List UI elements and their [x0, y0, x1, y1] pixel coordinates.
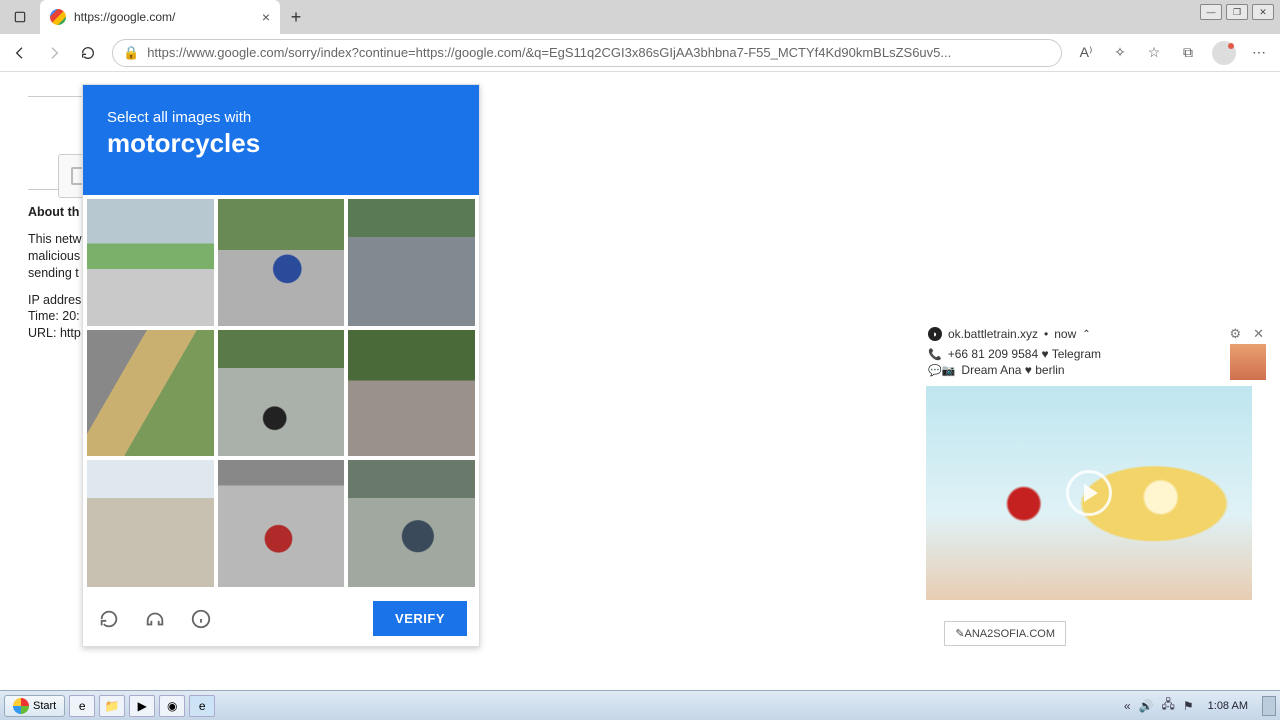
- notification-time: now: [1054, 327, 1076, 341]
- tab-actions-button[interactable]: [0, 0, 40, 34]
- notification-close-icon[interactable]: ✕: [1253, 326, 1264, 342]
- notification-settings-icon[interactable]: ⚙: [1229, 326, 1241, 342]
- minimize-button[interactable]: —: [1200, 4, 1222, 20]
- play-icon[interactable]: [1066, 470, 1112, 516]
- notification-link-button[interactable]: ✎ANA2SOFIA.COM: [944, 621, 1066, 646]
- tray-expand-icon[interactable]: «: [1124, 699, 1131, 713]
- taskbar-ie-icon[interactable]: e: [69, 695, 95, 717]
- captcha-tile-6[interactable]: [348, 330, 475, 457]
- phone-icon: 📞: [928, 348, 942, 361]
- show-desktop-button[interactable]: [1262, 696, 1276, 716]
- audio-challenge-icon[interactable]: [141, 605, 169, 633]
- lock-icon: 🔒: [123, 45, 139, 61]
- captcha-instruction: Select all images with: [107, 109, 455, 126]
- chevron-up-icon[interactable]: ⌃: [1082, 329, 1090, 340]
- tray-flag-icon[interactable]: ⚑: [1183, 699, 1194, 713]
- taskbar-edge-icon[interactable]: e: [189, 695, 215, 717]
- notification-image[interactable]: [926, 386, 1252, 600]
- forward-button[interactable]: [44, 43, 64, 63]
- site-notification: ◗ ok.battletrain.xyz • now ⌃ ⚙ ✕ 📞 +66 8…: [926, 322, 1266, 600]
- notification-line-phone: 📞 +66 81 209 9584 ♥ Telegram: [926, 346, 1266, 362]
- notification-origin-icon: ◗: [928, 327, 942, 341]
- tracking-icon[interactable]: ✧: [1110, 43, 1130, 63]
- taskbar-explorer-icon[interactable]: 📁: [99, 695, 125, 717]
- close-tab-icon[interactable]: ×: [262, 9, 270, 25]
- recaptcha-challenge: Select all images with motorcycles VERIF…: [82, 84, 480, 647]
- more-menu-button[interactable]: ⋯: [1250, 43, 1270, 63]
- toolbar-right: A⁾ ✧ ☆ ⧉ ⋯: [1076, 41, 1270, 65]
- taskbar-media-icon[interactable]: ▶: [129, 695, 155, 717]
- favorites-icon[interactable]: ☆: [1144, 43, 1164, 63]
- captcha-tile-4[interactable]: [87, 330, 214, 457]
- start-button[interactable]: Start: [4, 695, 65, 717]
- windows-taskbar: Start e 📁 ▶ ◉ e « 🔊 🖧 ⚑ 1:08 AM: [0, 690, 1280, 720]
- url-input[interactable]: 🔒 https://www.google.com/sorry/index?con…: [112, 39, 1062, 67]
- read-aloud-icon[interactable]: A⁾: [1076, 43, 1096, 63]
- collections-icon[interactable]: ⧉: [1178, 43, 1198, 63]
- notification-thumbnail: [1230, 344, 1266, 380]
- close-window-button[interactable]: ✕: [1252, 4, 1274, 20]
- system-tray: « 🔊 🖧 ⚑ 1:08 AM: [1124, 695, 1276, 716]
- captcha-tile-9[interactable]: [348, 460, 475, 587]
- captcha-tile-7[interactable]: [87, 460, 214, 587]
- captcha-footer: VERIFY: [83, 591, 479, 646]
- captcha-target: motorcycles: [107, 128, 455, 159]
- anyrun-watermark: ANY RUN: [1107, 605, 1260, 636]
- play-logo-icon: [1174, 609, 1192, 633]
- notification-header: ◗ ok.battletrain.xyz • now ⌃ ⚙ ✕: [926, 322, 1266, 346]
- captcha-tile-2[interactable]: [218, 199, 345, 326]
- notification-line-name: 💬📷 Dream Ana ♥ berlin: [926, 362, 1266, 378]
- info-icon[interactable]: [187, 605, 215, 633]
- tray-volume-icon[interactable]: 🔊: [1139, 699, 1154, 713]
- reload-challenge-icon[interactable]: [95, 605, 123, 633]
- verify-button[interactable]: VERIFY: [373, 601, 467, 636]
- captcha-header: Select all images with motorcycles: [83, 85, 479, 195]
- address-bar: 🔒 https://www.google.com/sorry/index?con…: [0, 34, 1280, 72]
- google-favicon-icon: [50, 9, 66, 25]
- captcha-tile-3[interactable]: [348, 199, 475, 326]
- maximize-button[interactable]: ❐: [1226, 4, 1248, 20]
- profile-avatar[interactable]: [1212, 41, 1236, 65]
- taskbar-chrome-icon[interactable]: ◉: [159, 695, 185, 717]
- notification-source: ok.battletrain.xyz: [948, 327, 1038, 341]
- page-content: About th This netw malicious sending t I…: [0, 72, 1280, 690]
- tab-title: https://google.com/: [74, 10, 262, 24]
- captcha-grid: [83, 195, 479, 591]
- taskbar-clock[interactable]: 1:08 AM: [1208, 700, 1248, 712]
- browser-tab[interactable]: https://google.com/ ×: [40, 0, 280, 34]
- window-controls: — ❐ ✕: [1200, 4, 1274, 20]
- url-text: https://www.google.com/sorry/index?conti…: [147, 45, 951, 60]
- refresh-button[interactable]: [78, 43, 98, 63]
- windows-logo-icon: [13, 698, 29, 714]
- captcha-tile-8[interactable]: [218, 460, 345, 587]
- back-button[interactable]: [10, 43, 30, 63]
- tray-network-icon[interactable]: 🖧: [1161, 695, 1174, 716]
- new-tab-button[interactable]: +: [280, 0, 312, 34]
- captcha-tile-5[interactable]: [218, 330, 345, 457]
- captcha-tile-1[interactable]: [87, 199, 214, 326]
- browser-titlebar: https://google.com/ × + — ❐ ✕: [0, 0, 1280, 34]
- chat-icon: 💬📷: [928, 364, 955, 377]
